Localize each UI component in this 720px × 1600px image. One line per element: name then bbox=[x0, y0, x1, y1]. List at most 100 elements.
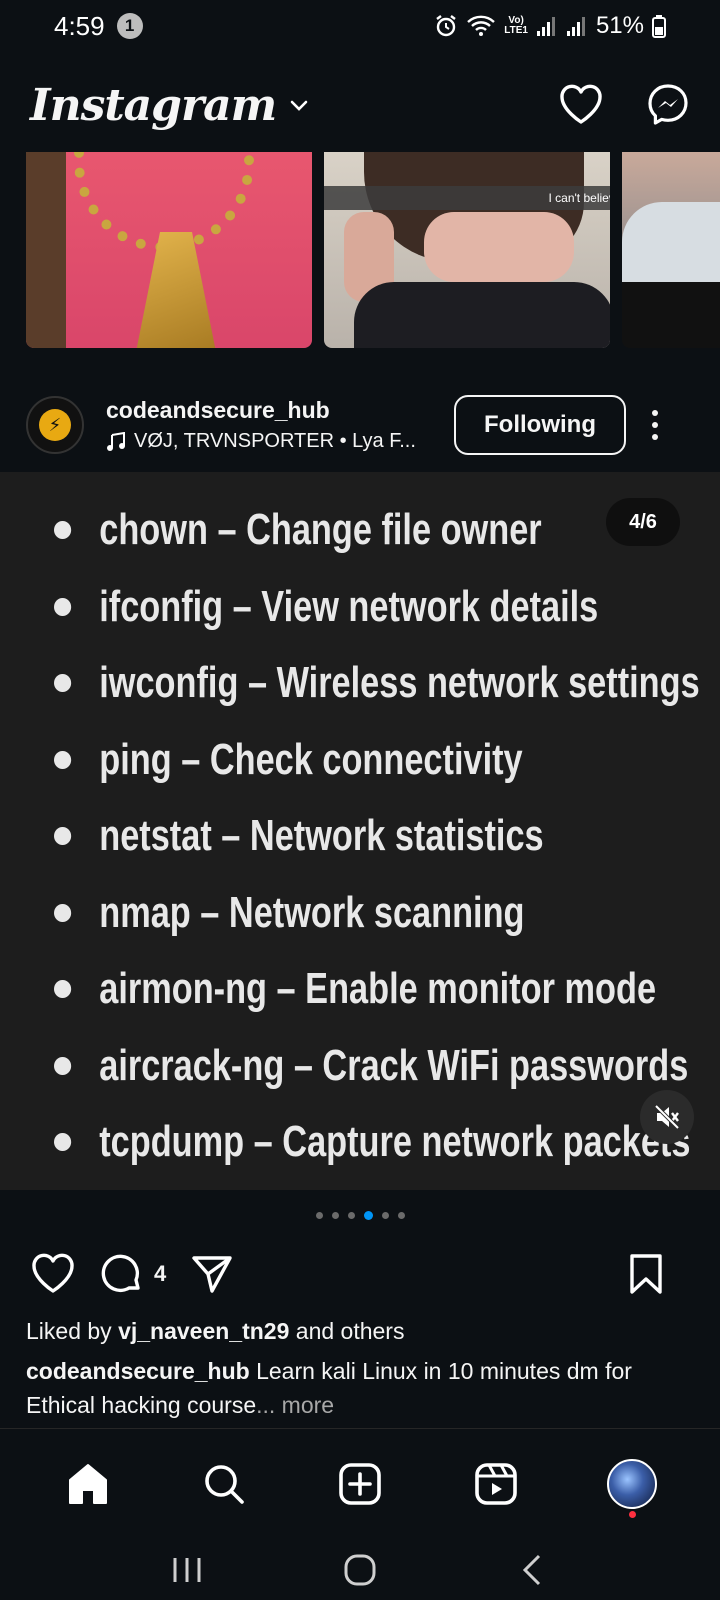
bullet-icon bbox=[54, 597, 72, 616]
comment-count: 4 bbox=[154, 1261, 167, 1286]
post-username[interactable]: codeandsecure_hub bbox=[106, 397, 436, 424]
signal-icon-sim1 bbox=[536, 17, 555, 36]
status-left: 4:59 1 bbox=[54, 11, 143, 42]
likes-user[interactable]: vj_naveen_tn29 bbox=[118, 1318, 289, 1344]
chevron-down-icon bbox=[290, 100, 308, 111]
profile-notification-dot bbox=[629, 1510, 636, 1518]
home-icon bbox=[69, 1463, 107, 1504]
status-bar: 4:59 1 Vo) LTE1 51% bbox=[0, 0, 720, 52]
more-options-icon[interactable] bbox=[652, 410, 658, 440]
carousel-dot bbox=[331, 1212, 339, 1219]
nav-search[interactable] bbox=[194, 1454, 254, 1514]
back-icon[interactable] bbox=[513, 1550, 553, 1590]
audio-title: VØJ, TRVNSPORTER • Lya F... bbox=[134, 430, 416, 452]
caption-username[interactable]: codeandsecure_hub bbox=[26, 1358, 250, 1384]
clock: 4:59 bbox=[54, 10, 105, 41]
like-action[interactable] bbox=[30, 1253, 76, 1295]
heart-icon[interactable] bbox=[558, 84, 604, 126]
save-action[interactable] bbox=[626, 1253, 666, 1295]
heart-icon bbox=[32, 1253, 74, 1293]
home-button-icon[interactable] bbox=[340, 1550, 380, 1590]
alarm-icon bbox=[436, 15, 456, 37]
volte-bottom: LTE1 bbox=[504, 25, 528, 36]
status-right: Vo) LTE1 51% bbox=[434, 12, 666, 40]
wifi-icon bbox=[467, 15, 496, 36]
reel-thumbnail-1[interactable] bbox=[26, 152, 312, 348]
command-list-item: ifconfig – View network details bbox=[54, 569, 700, 646]
lightning-icon: ⚡ bbox=[39, 409, 71, 441]
thumb-image-part bbox=[354, 282, 610, 348]
command-text: iwconfig – Wireless network settings bbox=[99, 658, 700, 708]
battery-percent: 51% bbox=[595, 12, 644, 39]
command-list-item: chown – Change file owner bbox=[54, 492, 700, 569]
thumb-image-part bbox=[622, 202, 720, 282]
reels-icon bbox=[475, 1462, 517, 1505]
following-button[interactable]: Following bbox=[454, 395, 626, 455]
command-list-item: iwconfig – Wireless network settings bbox=[54, 645, 700, 722]
bullet-icon bbox=[54, 750, 72, 769]
bullet-icon bbox=[54, 521, 72, 540]
instagram-logo: Instagram bbox=[30, 79, 277, 131]
notification-count-badge: 1 bbox=[116, 13, 143, 39]
post-audio[interactable]: VØJ, TRVNSPORTER • Lya F... bbox=[106, 430, 436, 453]
post-header: ⚡ codeandsecure_hub VØJ, TRVNSPORTER • L… bbox=[0, 380, 720, 470]
carousel-dot-active bbox=[363, 1211, 373, 1220]
comment-icon bbox=[101, 1254, 140, 1293]
likes-suffix: and others bbox=[289, 1318, 405, 1344]
bullet-icon bbox=[54, 1056, 72, 1075]
share-action[interactable] bbox=[190, 1252, 234, 1296]
thumb-image-part bbox=[26, 152, 66, 348]
suggested-reels-strip: I can't believe she was sleeping in clas… bbox=[0, 152, 720, 348]
command-text: netstat – Network statistics bbox=[99, 811, 544, 861]
command-list-item: nmap – Network scanning bbox=[54, 875, 700, 952]
caption-more-link[interactable]: ... more bbox=[256, 1392, 334, 1418]
post-action-bar: 4 bbox=[0, 1246, 720, 1302]
signal-icon-sim2 bbox=[566, 17, 585, 36]
post-caption: codeandsecure_hub Learn kali Linux in 10… bbox=[26, 1354, 706, 1422]
profile-avatar bbox=[607, 1458, 657, 1509]
nav-create[interactable] bbox=[330, 1454, 390, 1514]
command-list-item: aircrack-ng – Crack WiFi passwords bbox=[54, 1028, 700, 1105]
bullet-icon bbox=[54, 827, 72, 846]
carousel-dot bbox=[347, 1212, 355, 1219]
reel-thumbnail-2[interactable]: I can't believe she was sleeping in clas… bbox=[324, 152, 610, 348]
post-media[interactable]: chown – Change file owner ifconfig – View… bbox=[0, 472, 720, 1190]
command-text: nmap – Network scanning bbox=[99, 887, 525, 937]
carousel-dot bbox=[397, 1212, 405, 1219]
bullet-icon bbox=[54, 980, 72, 999]
app-header: Instagram bbox=[0, 60, 720, 150]
recent-apps-icon[interactable] bbox=[167, 1550, 207, 1590]
mute-button[interactable] bbox=[640, 1090, 694, 1144]
thumb-image-part bbox=[424, 212, 574, 282]
bullet-icon bbox=[54, 903, 72, 922]
music-note-icon bbox=[107, 431, 125, 451]
carousel-dots bbox=[0, 1211, 720, 1220]
command-text: airmon-ng – Enable monitor mode bbox=[99, 964, 657, 1014]
post-author-avatar[interactable]: ⚡ bbox=[26, 396, 84, 454]
bottom-nav bbox=[0, 1428, 720, 1538]
command-text: ifconfig – View network details bbox=[99, 581, 599, 631]
volte-indicator: Vo) LTE1 bbox=[504, 16, 528, 36]
reel-caption-overlay: I can't believe she was sleeping in clas… bbox=[324, 186, 610, 210]
comment-action[interactable]: 4 bbox=[100, 1252, 166, 1296]
nav-reels[interactable] bbox=[466, 1454, 526, 1514]
command-list-item: airmon-ng – Enable monitor mode bbox=[54, 951, 700, 1028]
header-actions bbox=[558, 83, 690, 127]
command-text: tcpdump – Capture network packets bbox=[99, 1117, 691, 1167]
bullet-icon bbox=[54, 674, 72, 693]
system-navigation-bar bbox=[0, 1540, 720, 1600]
likes-summary[interactable]: Liked by vj_naveen_tn29 and others bbox=[26, 1318, 404, 1345]
command-list-item: netstat – Network statistics bbox=[54, 798, 700, 875]
slide-indicator: 4/6 bbox=[606, 498, 680, 546]
command-text: ping – Check connectivity bbox=[99, 734, 523, 784]
brand-switcher[interactable]: Instagram bbox=[30, 80, 310, 131]
command-list-item: ping – Check connectivity bbox=[54, 722, 700, 799]
reel-thumbnail-3[interactable] bbox=[622, 152, 720, 348]
carousel-dot bbox=[315, 1212, 323, 1219]
nav-home[interactable] bbox=[58, 1454, 118, 1514]
messenger-icon[interactable] bbox=[646, 83, 690, 127]
command-text: aircrack-ng – Crack WiFi passwords bbox=[99, 1040, 689, 1090]
nav-profile[interactable] bbox=[602, 1454, 662, 1518]
carousel-dot bbox=[381, 1212, 389, 1219]
post-meta: codeandsecure_hub VØJ, TRVNSPORTER • Lya… bbox=[106, 397, 436, 453]
